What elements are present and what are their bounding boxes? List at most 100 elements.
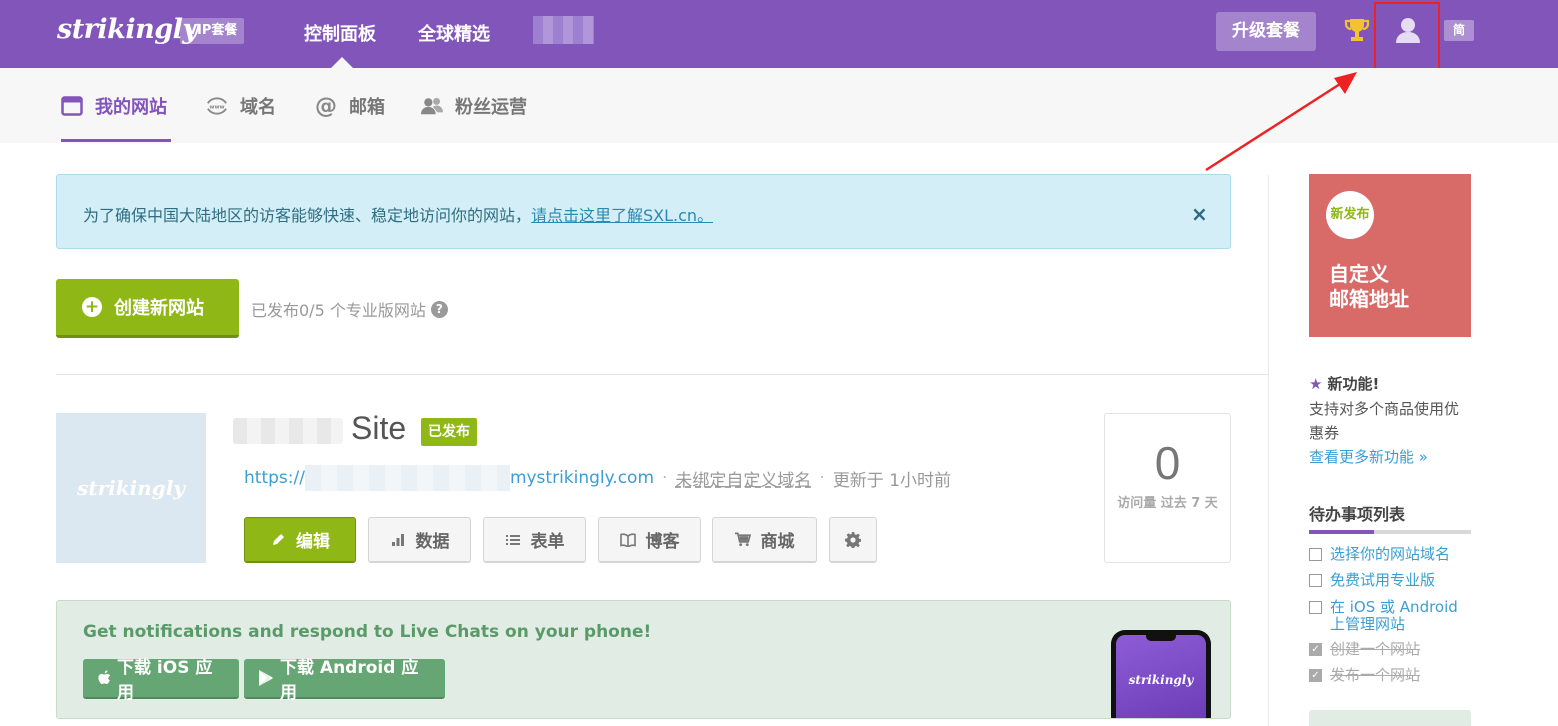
at-sign-icon: @ [315, 93, 337, 119]
site-name-redacted [233, 418, 343, 444]
subnav-fans[interactable]: 粉丝运营 [421, 94, 527, 118]
new-release-badge: 新发布 [1326, 191, 1374, 239]
subnav-domains[interactable]: www 域名 [206, 94, 276, 118]
site-name[interactable]: Site [351, 410, 406, 447]
users-icon [421, 95, 443, 117]
phone-notch [1146, 635, 1176, 641]
create-site-button[interactable]: + 创建新网站 [56, 279, 239, 338]
book-icon [619, 532, 636, 548]
todo-label: 选择你的网站域名 [1330, 545, 1451, 563]
subnav-my-sites[interactable]: 我的网站 [61, 94, 167, 118]
language-switch[interactable]: 简 [1444, 20, 1474, 41]
todo-item-publish[interactable]: ✓ 发布一个网站 [1309, 667, 1471, 684]
edit-label: 编辑 [296, 532, 330, 552]
checkbox-checked[interactable]: ✓ [1309, 669, 1322, 682]
phone-logo: strikingly [1128, 673, 1194, 687]
todo-item-domain[interactable]: 选择你的网站域名 [1309, 546, 1471, 563]
download-android-label: 下载 Android 应用 [280, 658, 419, 703]
www-icon: www [206, 95, 228, 117]
thumbnail-logo: strikingly [77, 476, 185, 500]
nav-active-caret [331, 57, 353, 68]
todo-item-pro-trial[interactable]: 免费试用专业版 [1309, 572, 1471, 589]
phone-screen: strikingly [1116, 635, 1206, 718]
create-site-label: 创建新网站 [114, 298, 204, 319]
strikingly-logo[interactable]: strikingly [57, 14, 198, 45]
site-url-redacted[interactable] [304, 465, 510, 491]
todo-label: 创建一个网站 [1330, 640, 1421, 658]
pencil-icon [270, 532, 286, 548]
download-ios-label: 下载 iOS 应用 [117, 658, 213, 703]
download-android-button[interactable]: 下载 Android 应用 [244, 658, 445, 703]
trophy-icon[interactable] [1344, 16, 1370, 44]
published-count-text: 已发布0/5 个专业版网站 [251, 301, 426, 320]
promo-card[interactable]: 新发布 自定义 邮箱地址 [1309, 174, 1471, 337]
blog-label: 博客 [645, 532, 680, 552]
visits-label: 访问量 过去 7 天 [1117, 496, 1218, 511]
visits-stats[interactable]: 0 访问量 过去 7 天 [1104, 413, 1231, 563]
google-play-icon [258, 669, 274, 687]
todo-item-mobile[interactable]: 在 iOS 或 Android 上管理网站 [1309, 599, 1471, 633]
bar-chart-icon [390, 532, 406, 548]
section-divider [56, 374, 1268, 375]
published-count: 已发布0/5 个专业版网站 ? [251, 297, 448, 321]
todo-title: 待办事项列表 [1309, 505, 1406, 524]
info-message: 为了确保中国大陆地区的访客能够快速、稳定地访问你的网站， [83, 206, 532, 225]
promo-title: 自定义 邮箱地址 [1329, 262, 1409, 311]
browser-window-icon [61, 95, 83, 117]
close-icon[interactable]: × [1191, 202, 1208, 226]
todo-label: 发布一个网站 [1330, 666, 1421, 684]
subnav-label: 邮箱 [349, 97, 385, 118]
todo-label: 在 iOS 或 Android 上管理网站 [1330, 598, 1458, 633]
more-features-link[interactable]: 查看更多新功能 » [1309, 446, 1428, 467]
settings-button[interactable] [829, 517, 877, 563]
site-url-row: https:// mystrikingly.com · 未绑定自定义域名 · 更… [244, 465, 951, 491]
nav-global-picks[interactable]: 全球精选 [418, 20, 490, 46]
new-features-label: 新功能! [1327, 375, 1380, 393]
edit-button[interactable]: 编辑 [244, 517, 356, 563]
forms-button[interactable]: 表单 [483, 517, 586, 563]
new-features-title: ★ 新功能! [1309, 373, 1379, 394]
app-banner-text: Get notifications and respond to Live Ch… [83, 622, 652, 642]
analytics-button[interactable]: 数据 [368, 517, 471, 563]
secondary-nav: 我的网站 www 域名 @ 邮箱 粉丝运营 [0, 68, 1558, 143]
info-banner: 为了确保中国大陆地区的访客能够快速、稳定地访问你的网站，请点击这里了解SXL.c… [56, 174, 1231, 249]
svg-text:www: www [209, 104, 224, 110]
subnav-email[interactable]: @ 邮箱 [315, 93, 385, 119]
site-url-prefix[interactable]: https:// [244, 468, 305, 488]
store-button[interactable]: 商城 [712, 517, 817, 563]
user-icon[interactable] [1395, 16, 1421, 44]
checkbox[interactable] [1309, 601, 1322, 614]
checkbox[interactable] [1309, 574, 1322, 587]
subnav-label: 我的网站 [95, 97, 167, 118]
subnav-label: 域名 [240, 97, 276, 118]
site-url-suffix[interactable]: mystrikingly.com [510, 468, 654, 488]
todo-progress-bar [1309, 530, 1471, 534]
cart-icon [734, 532, 751, 548]
updated-time: 更新于 1小时前 [832, 470, 952, 491]
todo-progress-fill [1309, 530, 1374, 534]
info-banner-text: 为了确保中国大陆地区的访客能够快速、稳定地访问你的网站，请点击这里了解SXL.c… [83, 202, 713, 226]
star-icon: ★ [1309, 374, 1323, 393]
active-tab-underline [61, 139, 171, 142]
upgrade-button[interactable]: 升级套餐 [1216, 12, 1316, 51]
todo-item-create[interactable]: ✓ 创建一个网站 [1309, 641, 1471, 658]
apple-icon [97, 670, 111, 686]
subnav-label: 粉丝运营 [455, 97, 527, 118]
list-icon [505, 532, 521, 548]
separator: · [662, 468, 668, 488]
help-icon[interactable]: ? [430, 300, 448, 318]
todo-label: 免费试用专业版 [1330, 571, 1436, 589]
checkbox-checked[interactable]: ✓ [1309, 643, 1322, 656]
custom-domain-link[interactable]: 未绑定自定义域名 [675, 466, 811, 491]
vip-badge[interactable]: VIP套餐 [180, 18, 245, 44]
visits-count: 0 [1154, 437, 1181, 489]
store-label: 商城 [760, 532, 795, 552]
nav-dashboard[interactable]: 控制面板 [304, 20, 376, 46]
blurred-nav-item[interactable] [533, 16, 594, 44]
info-learn-more-link[interactable]: 请点击这里了解SXL.cn。 [531, 206, 713, 225]
checkbox[interactable] [1309, 548, 1322, 561]
blog-button[interactable]: 博客 [598, 517, 701, 563]
site-thumbnail[interactable]: strikingly [56, 413, 206, 563]
download-ios-button[interactable]: 下载 iOS 应用 [83, 658, 239, 703]
plus-icon: + [82, 297, 102, 317]
